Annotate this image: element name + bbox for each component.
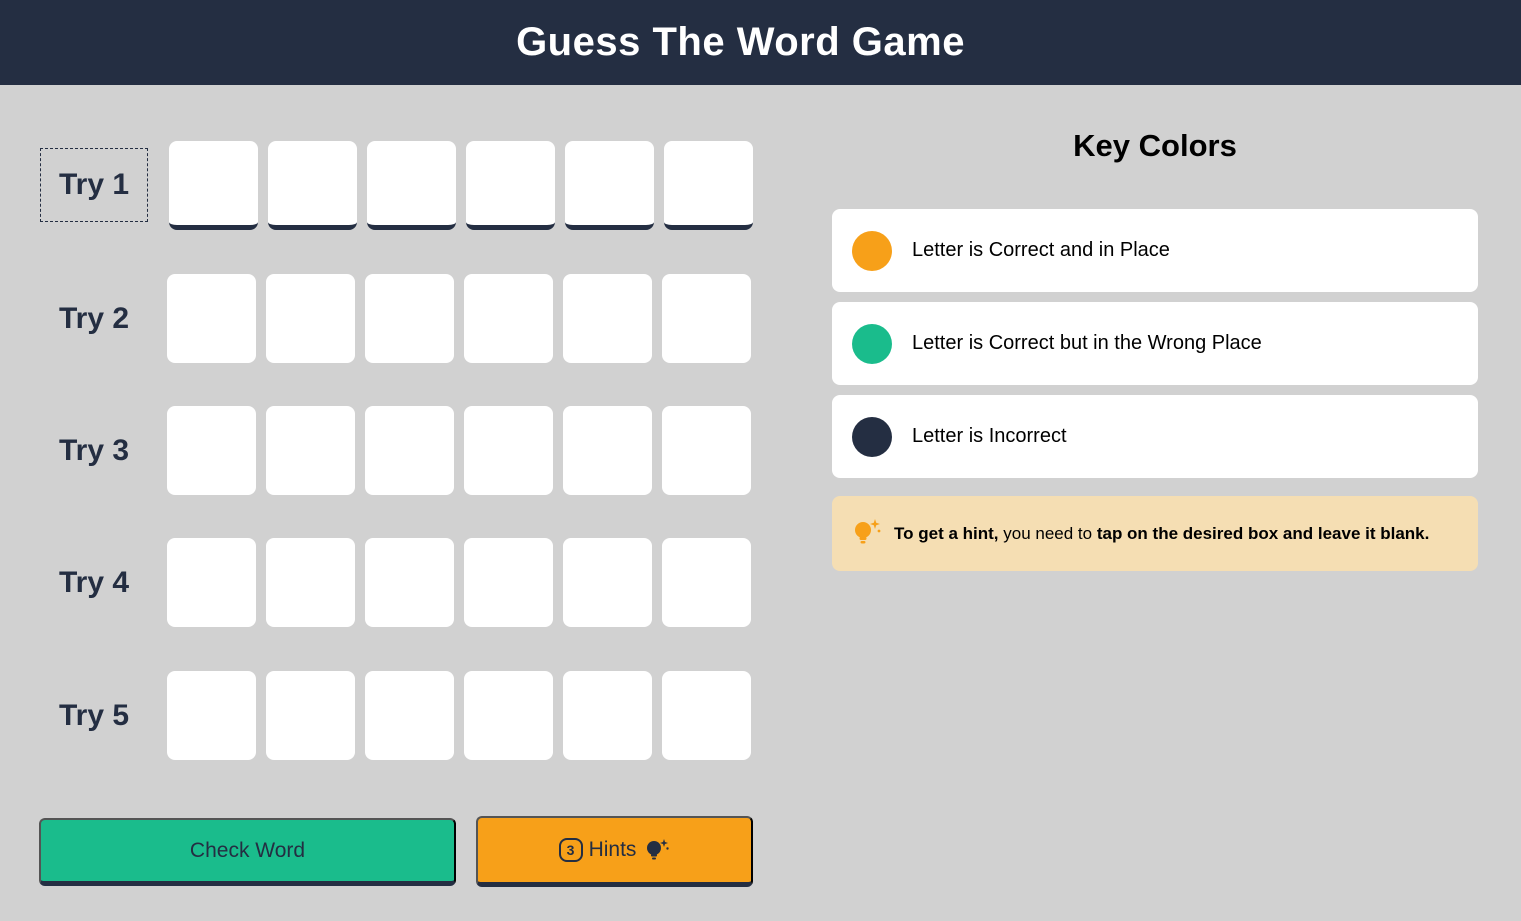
hints-count-badge: 3 [558, 838, 583, 862]
letter-box [563, 538, 652, 627]
hint-text-bold-end: tap on the desired box and leave it blan… [1096, 523, 1430, 543]
top-bar: Guess The Word Game [0, 0, 1521, 85]
letter-box [464, 406, 553, 495]
letter-box [365, 538, 454, 627]
hints-button[interactable]: 3 Hints [476, 816, 753, 887]
hint-info-box: To get a hint, you need to tap on the de… [832, 496, 1478, 571]
try-label: Try 4 [58, 566, 130, 599]
hint-text-middle: you need to [998, 523, 1097, 543]
navy-dot-icon [852, 416, 892, 457]
letter-box[interactable] [169, 141, 258, 230]
letter-box [365, 671, 454, 760]
letter-box [167, 538, 256, 627]
orange-dot-icon [852, 230, 892, 271]
letter-box [167, 406, 256, 495]
letter-box [662, 538, 751, 627]
letter-box[interactable] [367, 141, 456, 230]
key-color-item: Letter is Correct and in Place [832, 209, 1478, 292]
letter-box [464, 274, 553, 363]
letter-box [563, 406, 652, 495]
letter-box [167, 274, 256, 363]
letter-box [266, 671, 355, 760]
letter-box [662, 671, 751, 760]
check-word-button[interactable]: Check Word [39, 818, 456, 886]
try-label: Try 5 [58, 699, 130, 732]
try-label: Try 3 [58, 434, 130, 467]
letter-box [563, 274, 652, 363]
try-row: Try 2 [0, 274, 760, 364]
letter-box[interactable] [268, 141, 357, 230]
letter-box [266, 274, 355, 363]
key-color-item: Letter is Incorrect [832, 395, 1478, 478]
letter-box [563, 671, 652, 760]
letter-box [662, 274, 751, 363]
key-color-label: Letter is Incorrect [912, 425, 1067, 447]
key-color-label: Letter is Correct and in Place [912, 239, 1170, 261]
letter-box [464, 671, 553, 760]
letter-box [464, 538, 553, 627]
letter-box [266, 538, 355, 627]
lightbulb-icon [852, 518, 882, 550]
page-title: Guess The Word Game [516, 20, 965, 64]
try-label: Try 1 [40, 148, 148, 222]
letter-box [662, 406, 751, 495]
letter-box [266, 406, 355, 495]
hint-info-text: To get a hint, you need to tap on the de… [894, 524, 1429, 544]
try-row: Try 3 [0, 406, 760, 496]
letter-box[interactable] [466, 141, 555, 230]
key-colors-title: Key Colors [1073, 128, 1237, 163]
letter-box[interactable] [664, 141, 753, 230]
letter-box [365, 406, 454, 495]
letter-box [365, 274, 454, 363]
green-dot-icon [852, 323, 892, 364]
try-row: Try 4 [0, 538, 760, 628]
try-row: Try 1 [0, 141, 760, 231]
key-color-label: Letter is Correct but in the Wrong Place [912, 332, 1262, 354]
try-label: Try 2 [58, 302, 130, 335]
hint-text-bold-start: To get a hint, [894, 523, 999, 543]
letter-box[interactable] [565, 141, 654, 230]
letter-box [167, 671, 256, 760]
hints-label: Hints [588, 838, 637, 861]
try-row: Try 5 [0, 671, 760, 761]
lightbulb-icon [644, 837, 670, 863]
key-color-item: Letter is Correct but in the Wrong Place [832, 302, 1478, 385]
